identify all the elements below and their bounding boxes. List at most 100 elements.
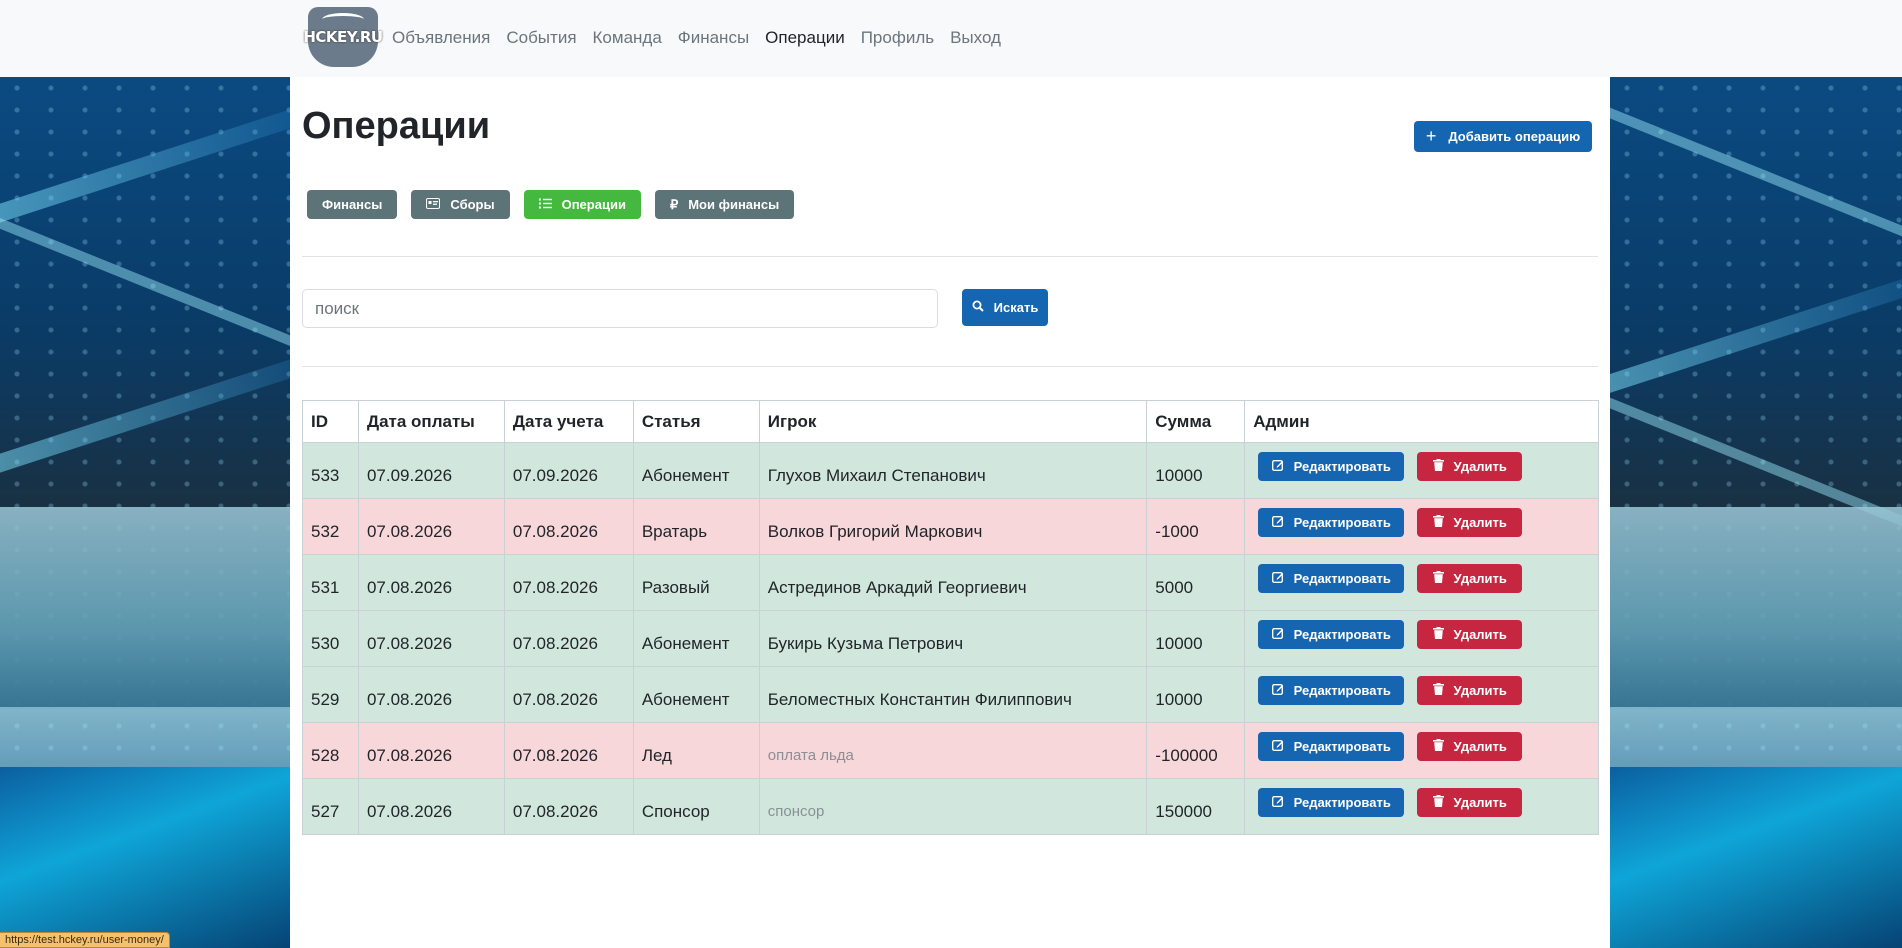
cell-admin-actions: Редактировать Удалить xyxy=(1244,666,1599,723)
nav-link-profile[interactable]: Профиль xyxy=(861,27,934,49)
nav-link-finance[interactable]: Финансы xyxy=(678,27,749,49)
trash-icon xyxy=(1432,683,1444,698)
operations-table: ID Дата оплаты Дата учета Статья Игрок С… xyxy=(302,400,1599,835)
edit-button-label: Редактировать xyxy=(1293,683,1391,698)
table-row: 531 07.08.2026 07.08.2026 Разовый Астрединов… xyxy=(302,554,1599,611)
edit-button-label: Редактировать xyxy=(1293,571,1391,586)
edit-icon xyxy=(1271,627,1284,642)
column-header-amount: Сумма xyxy=(1146,400,1246,443)
cell-player: Волков Григорий Маркович xyxy=(758,498,1148,555)
cell-id: 532 xyxy=(302,498,359,555)
delete-button-label: Удалить xyxy=(1453,571,1507,586)
cell-id: 529 xyxy=(302,666,359,723)
nav-link-announcements[interactable]: Объявления xyxy=(392,27,490,49)
nav-link-events[interactable]: События xyxy=(506,27,576,49)
plus-icon: + xyxy=(1425,126,1437,146)
divider-top xyxy=(302,256,1598,257)
nav-link-logout[interactable]: Выход xyxy=(950,27,1001,49)
delete-button[interactable]: Удалить xyxy=(1417,564,1523,593)
delete-button-label: Удалить xyxy=(1453,459,1507,474)
cell-amount: 10000 xyxy=(1146,610,1246,667)
delete-button-label: Удалить xyxy=(1453,627,1507,642)
edit-icon xyxy=(1271,739,1284,754)
cell-player: спонсор xyxy=(758,778,1148,835)
cell-amount: 150000 xyxy=(1146,778,1246,835)
table-row: 528 07.08.2026 07.08.2026 Лед оплата льда -10… xyxy=(302,722,1599,779)
edit-icon xyxy=(1271,515,1284,530)
trash-icon xyxy=(1432,739,1444,754)
cell-article: Абонемент xyxy=(632,666,760,723)
cell-admin-actions: Редактировать Удалить xyxy=(1244,778,1599,835)
edit-button[interactable]: Редактировать xyxy=(1258,676,1405,705)
cell-pay-date: 07.08.2026 xyxy=(357,778,505,835)
table-row: 530 07.08.2026 07.08.2026 Абонемент Букирь К… xyxy=(302,610,1599,667)
delete-button-label: Удалить xyxy=(1453,795,1507,810)
trash-icon xyxy=(1432,795,1444,810)
edit-button[interactable]: Редактировать xyxy=(1258,452,1405,481)
delete-button-label: Удалить xyxy=(1453,515,1507,530)
edit-button-label: Редактировать xyxy=(1293,795,1391,810)
edit-button-label: Редактировать xyxy=(1293,459,1391,474)
delete-button[interactable]: Удалить xyxy=(1417,452,1523,481)
nav-link-team[interactable]: Команда xyxy=(593,27,662,49)
divider-bottom xyxy=(302,366,1598,367)
edit-button[interactable]: Редактировать xyxy=(1258,564,1405,593)
cell-pay-date: 07.09.2026 xyxy=(357,442,505,499)
cell-admin-actions: Редактировать Удалить xyxy=(1244,610,1599,667)
my-finance-tab-button[interactable]: ₽ Мои финансы xyxy=(654,190,795,219)
delete-button[interactable]: Удалить xyxy=(1417,732,1523,761)
delete-button[interactable]: Удалить xyxy=(1417,508,1523,537)
trash-icon xyxy=(1432,627,1444,642)
edit-button[interactable]: Редактировать xyxy=(1258,788,1405,817)
cell-player: оплата льда xyxy=(758,722,1148,779)
fees-tab-label: Сборы xyxy=(450,197,495,212)
delete-button[interactable]: Удалить xyxy=(1417,676,1523,705)
finance-sub-nav: Финансы Сборы Операции ₽ Мои финансы xyxy=(307,190,808,219)
cell-article: Разовый xyxy=(632,554,760,611)
cell-article: Абонемент xyxy=(632,442,760,499)
operations-tab-button[interactable]: Операции xyxy=(523,190,641,219)
table-row: 527 07.08.2026 07.08.2026 Спонсор спонсор 150… xyxy=(302,778,1599,835)
cell-id: 530 xyxy=(302,610,359,667)
main-content: Операции + Добавить операцию Финансы Сбо… xyxy=(290,77,1610,948)
cell-account-date: 07.08.2026 xyxy=(503,778,634,835)
status-bar-url: https://test.hckey.ru/user-money/ xyxy=(0,932,170,948)
add-operation-label: Добавить операцию xyxy=(1448,129,1581,144)
trash-icon xyxy=(1432,459,1444,474)
fees-tab-button[interactable]: Сборы xyxy=(411,190,510,219)
cell-pay-date: 07.08.2026 xyxy=(357,554,505,611)
nav-link-operations[interactable]: Операции xyxy=(765,27,845,49)
edit-button-label: Редактировать xyxy=(1293,627,1391,642)
cell-id: 528 xyxy=(302,722,359,779)
finance-tab-button[interactable]: Финансы xyxy=(307,190,398,219)
my-finance-tab-label: Мои финансы xyxy=(688,197,780,212)
edit-button[interactable]: Редактировать xyxy=(1258,620,1405,649)
cell-player: Астрединов Аркадий Георгиевич xyxy=(758,554,1148,611)
site-logo[interactable]: HCKEY.RU xyxy=(303,6,383,68)
search-input[interactable] xyxy=(302,289,938,328)
cell-amount: -100000 xyxy=(1146,722,1246,779)
edit-button[interactable]: Редактировать xyxy=(1258,508,1405,537)
ruble-icon: ₽ xyxy=(669,196,679,212)
cell-admin-actions: Редактировать Удалить xyxy=(1244,722,1599,779)
column-header-pay-date: Дата оплаты xyxy=(357,400,505,443)
cell-account-date: 07.08.2026 xyxy=(503,554,634,611)
cell-admin-actions: Редактировать Удалить xyxy=(1244,498,1599,555)
edit-icon xyxy=(1271,459,1284,474)
search-button-label: Искать xyxy=(993,300,1039,315)
nav-links: Объявления События Команда Финансы Опера… xyxy=(392,27,1017,49)
edit-button-label: Редактировать xyxy=(1293,739,1391,754)
page-title: Операции xyxy=(302,105,491,147)
cell-article: Вратарь xyxy=(632,498,760,555)
cell-account-date: 07.08.2026 xyxy=(503,498,634,555)
delete-button[interactable]: Удалить xyxy=(1417,788,1523,817)
column-header-player: Игрок xyxy=(758,400,1148,443)
add-operation-button[interactable]: + Добавить операцию xyxy=(1414,121,1592,152)
cell-account-date: 07.08.2026 xyxy=(503,610,634,667)
search-button[interactable]: Искать xyxy=(962,289,1048,326)
operations-tab-label: Операции xyxy=(561,197,626,212)
cell-account-date: 07.08.2026 xyxy=(503,666,634,723)
delete-button[interactable]: Удалить xyxy=(1417,620,1523,649)
edit-icon xyxy=(1271,683,1284,698)
edit-button[interactable]: Редактировать xyxy=(1258,732,1405,761)
